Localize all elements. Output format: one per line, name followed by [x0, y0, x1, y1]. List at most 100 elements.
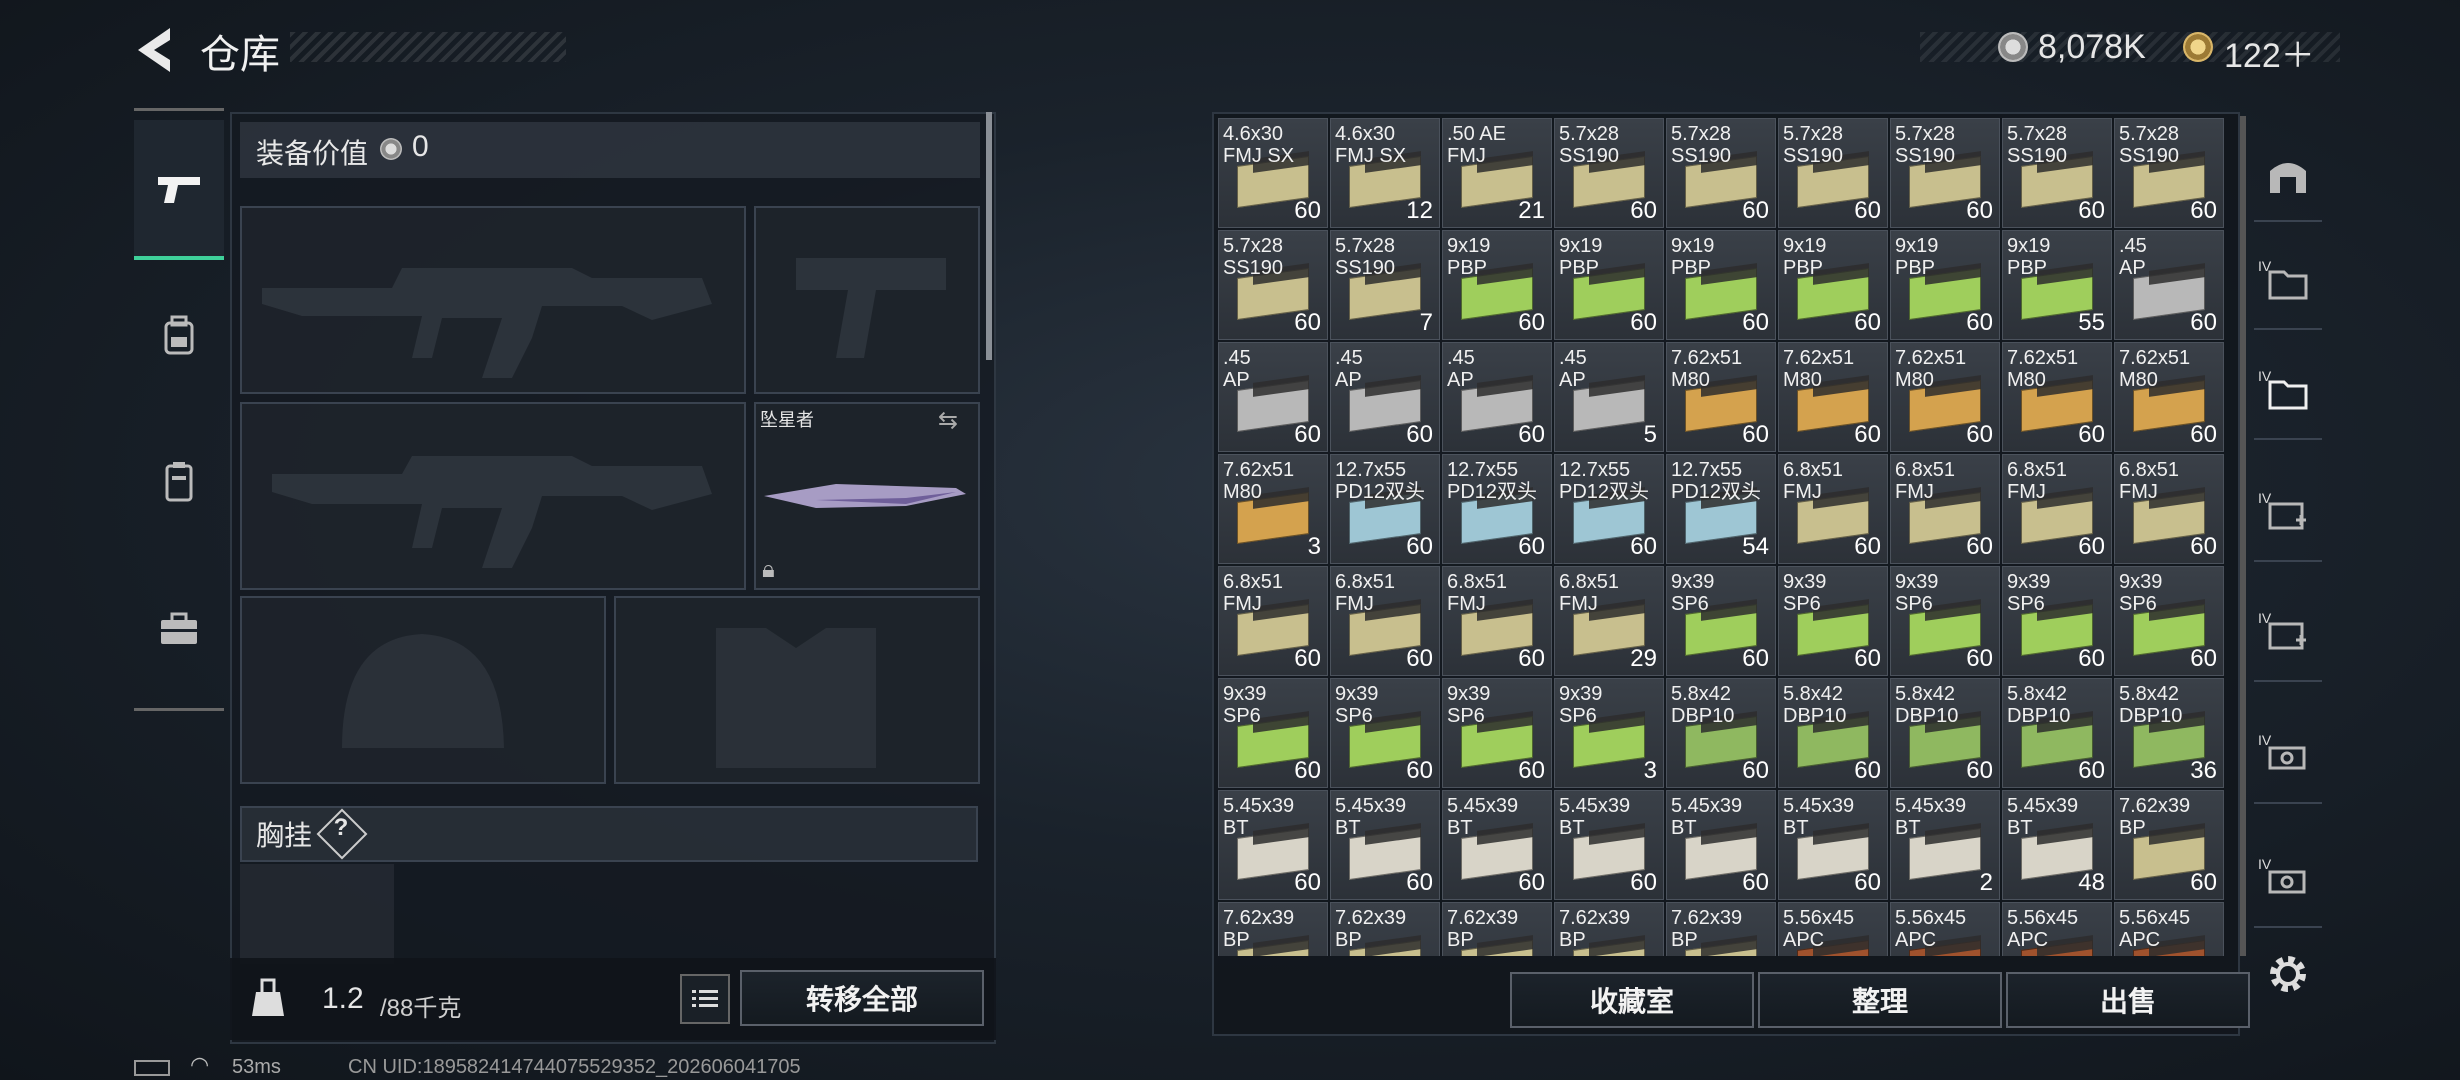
stash-item[interactable]: .50 AE FMJ 21 — [1442, 118, 1552, 228]
stash-item[interactable]: 6.8x51 FMJ 60 — [1890, 454, 2000, 564]
equipment-scrollbar[interactable] — [986, 112, 992, 360]
stash-item[interactable]: 5.7x28 SS190 60 — [1666, 118, 1776, 228]
stash-item[interactable]: 9x39 SP6 3 — [1554, 678, 1664, 788]
stash-item[interactable]: 9x19 PBP 55 — [2002, 230, 2112, 340]
settings-button[interactable] — [2262, 948, 2314, 1000]
stash-item[interactable]: 7.62x51 M80 60 — [1666, 342, 1776, 452]
stash-item[interactable]: 5.7x28 SS190 60 — [2114, 118, 2224, 228]
stash-item[interactable]: 5.56x45 APC — [1778, 902, 1888, 956]
stash-item[interactable]: 9x39 SP6 60 — [1218, 678, 1328, 788]
currency-gold-value[interactable]: 122＋ — [2224, 28, 2315, 77]
sort-button[interactable]: 整理 — [1758, 972, 2002, 1028]
pistol-slot[interactable] — [754, 206, 980, 394]
tab-backpack[interactable] — [134, 290, 224, 380]
stash-item[interactable]: 7.62x39 BP — [1666, 902, 1776, 956]
stash-item[interactable]: .45 AP 60 — [1442, 342, 1552, 452]
stash-item[interactable]: 5.8x42 DBP10 60 — [1890, 678, 2000, 788]
tab-case[interactable] — [134, 584, 224, 674]
stash-item[interactable]: 5.8x42 DBP10 60 — [1666, 678, 1776, 788]
stash-item[interactable]: 7.62x51 M80 60 — [2002, 342, 2112, 452]
swap-icon[interactable]: ⇆ — [938, 406, 958, 435]
stash-item[interactable]: 9x39 SP6 60 — [2002, 566, 2112, 676]
stash-item[interactable]: 7.62x39 BP — [1554, 902, 1664, 956]
stash-item[interactable]: 6.8x51 FMJ 60 — [1218, 566, 1328, 676]
stash-item[interactable]: 7.62x39 BP — [1442, 902, 1552, 956]
stash-item[interactable]: .45 AP 60 — [1330, 342, 1440, 452]
stash-item[interactable]: 9x39 SP6 60 — [1890, 566, 2000, 676]
stash-item[interactable]: 6.8x51 FMJ 60 — [2114, 454, 2224, 564]
stash-item[interactable]: 9x39 SP6 60 — [1442, 678, 1552, 788]
stash-item[interactable]: 6.8x51 FMJ 29 — [1554, 566, 1664, 676]
stash-item[interactable]: 5.45x39 BT 48 — [2002, 790, 2112, 900]
stash-item[interactable]: 5.45x39 BT 2 — [1890, 790, 2000, 900]
stash-tab-3[interactable]: IV — [2254, 470, 2322, 562]
stash-item[interactable]: 12.7x55 PD12双头 60 — [1554, 454, 1664, 564]
stash-item[interactable]: 7.62x39 BP 60 — [2114, 790, 2224, 900]
stash-item[interactable]: 5.56x45 APC — [1890, 902, 2000, 956]
stash-item[interactable]: .45 AP 60 — [1218, 342, 1328, 452]
sell-button[interactable]: 出售 — [2006, 972, 2250, 1028]
stash-item[interactable]: 9x39 SP6 60 — [1666, 566, 1776, 676]
stash-tab-5[interactable]: IV — [2254, 712, 2322, 804]
stash-item[interactable]: 7.62x51 M80 60 — [1778, 342, 1888, 452]
stash-item[interactable]: 5.45x39 BT 60 — [1442, 790, 1552, 900]
back-button[interactable] — [130, 24, 178, 76]
armor-slot[interactable] — [614, 596, 980, 784]
stash-item[interactable]: 6.8x51 FMJ 60 — [1442, 566, 1552, 676]
stash-item[interactable]: 5.7x28 SS190 60 — [1218, 230, 1328, 340]
stash-tab-6[interactable]: IV — [2254, 836, 2322, 928]
stash-item[interactable]: 12.7x55 PD12双头 60 — [1330, 454, 1440, 564]
stash-item[interactable]: 5.8x42 DBP10 36 — [2114, 678, 2224, 788]
stash-item[interactable]: 9x39 SP6 60 — [1778, 566, 1888, 676]
tab-weapons[interactable] — [134, 120, 224, 260]
gold-coin-icon[interactable] — [2183, 32, 2213, 62]
stash-item[interactable]: 7.62x51 M80 60 — [1890, 342, 2000, 452]
list-view-button[interactable] — [680, 974, 730, 1024]
stash-item[interactable]: .45 AP 5 — [1554, 342, 1664, 452]
stash-item[interactable]: 5.45x39 BT 60 — [1554, 790, 1664, 900]
helmet-slot[interactable] — [240, 596, 606, 784]
stash-item[interactable]: 9x19 PBP 60 — [1442, 230, 1552, 340]
stash-item[interactable]: 12.7x55 PD12双头 60 — [1442, 454, 1552, 564]
stash-item[interactable]: 7.62x51 M80 60 — [2114, 342, 2224, 452]
stash-item[interactable]: 7.62x39 BP — [1218, 902, 1328, 956]
stash-tab-main[interactable] — [2254, 130, 2322, 222]
stash-item[interactable]: 9x19 PBP 60 — [1554, 230, 1664, 340]
stash-item[interactable]: 7.62x51 M80 3 — [1218, 454, 1328, 564]
stash-item[interactable]: 5.7x28 SS190 60 — [1890, 118, 2000, 228]
tab-rig[interactable] — [134, 436, 224, 526]
stash-item[interactable]: 9x19 PBP 60 — [1778, 230, 1888, 340]
stash-item[interactable]: 6.8x51 FMJ 60 — [2002, 454, 2112, 564]
stash-tab-2[interactable]: IV — [2254, 348, 2322, 440]
stash-item[interactable]: 9x39 SP6 60 — [2114, 566, 2224, 676]
transfer-all-button[interactable]: 转移全部 — [740, 970, 984, 1026]
stash-item[interactable]: 5.8x42 DBP10 60 — [1778, 678, 1888, 788]
stash-item[interactable]: 5.7x28 SS190 60 — [2002, 118, 2112, 228]
stash-tab-4[interactable]: IV — [2254, 590, 2322, 682]
primary-weapon-slot-2[interactable] — [240, 402, 746, 590]
stash-item[interactable]: 5.45x39 BT 60 — [1778, 790, 1888, 900]
stash-item[interactable]: 4.6x30 FMJ SX 12 — [1330, 118, 1440, 228]
primary-weapon-slot-1[interactable] — [240, 206, 746, 394]
stash-item[interactable]: 5.45x39 BT 60 — [1666, 790, 1776, 900]
stash-item[interactable]: 12.7x55 PD12双头 54 — [1666, 454, 1776, 564]
chest-rig-slot[interactable] — [240, 864, 394, 964]
stash-item[interactable]: 7.62x39 BP — [1330, 902, 1440, 956]
stash-item[interactable]: 9x39 SP6 60 — [1330, 678, 1440, 788]
stash-tab-1[interactable]: IV — [2254, 238, 2322, 330]
stash-item[interactable]: 5.56x45 APC — [2114, 902, 2224, 956]
stash-item[interactable]: 5.8x42 DBP10 60 — [2002, 678, 2112, 788]
stash-scrollbar[interactable] — [2240, 116, 2246, 956]
stash-item[interactable]: 9x19 PBP 60 — [1666, 230, 1776, 340]
stash-item[interactable]: 6.8x51 FMJ 60 — [1330, 566, 1440, 676]
stash-item[interactable]: 5.45x39 BT 60 — [1218, 790, 1328, 900]
stash-item[interactable]: 5.7x28 SS190 60 — [1554, 118, 1664, 228]
stash-item[interactable]: .45 AP 60 — [2114, 230, 2224, 340]
stash-item[interactable]: 5.7x28 SS190 7 — [1330, 230, 1440, 340]
stash-item[interactable]: 5.7x28 SS190 60 — [1778, 118, 1888, 228]
stash-item[interactable]: 5.56x45 APC — [2002, 902, 2112, 956]
stash-item[interactable]: 5.45x39 BT 60 — [1330, 790, 1440, 900]
stash-item[interactable]: 6.8x51 FMJ 60 — [1778, 454, 1888, 564]
stash-item[interactable]: 9x19 PBP 60 — [1890, 230, 2000, 340]
vault-button[interactable]: 收藏室 — [1510, 972, 1754, 1028]
